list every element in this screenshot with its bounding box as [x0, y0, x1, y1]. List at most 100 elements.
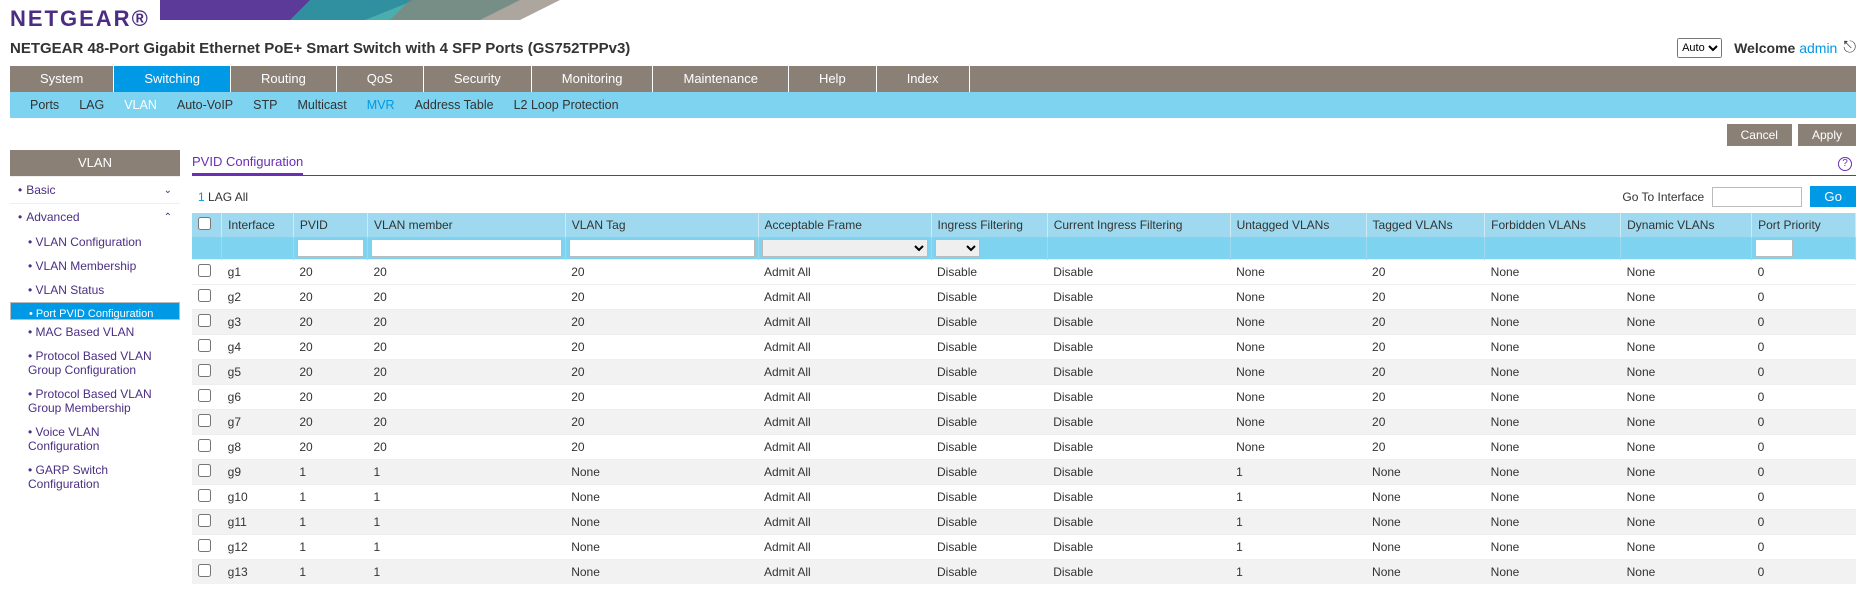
cell-interface: g4: [222, 335, 294, 360]
subnav-ports[interactable]: Ports: [20, 92, 69, 118]
goto-input[interactable]: [1712, 187, 1802, 207]
col-dynamic-vlans: Dynamic VLANs: [1621, 213, 1752, 237]
row-checkbox[interactable]: [198, 364, 211, 377]
subnav-auto-voip[interactable]: Auto-VoIP: [167, 92, 243, 118]
row-checkbox[interactable]: [198, 339, 211, 352]
cell-ingress: Disable: [931, 485, 1047, 510]
filter-tag-input[interactable]: [569, 239, 755, 257]
cell-tagged: 20: [1366, 335, 1485, 360]
sidebar-item-protocol-based-vlan-group-configuration[interactable]: Protocol Based VLAN Group Configuration: [10, 344, 180, 382]
cell-interface: g13: [222, 560, 294, 585]
cell-priority: 0: [1752, 485, 1856, 510]
cell-member: 1: [367, 510, 565, 535]
row-checkbox[interactable]: [198, 489, 211, 502]
nav-security[interactable]: Security: [424, 66, 532, 92]
row-checkbox[interactable]: [198, 264, 211, 277]
row-checkbox[interactable]: [198, 464, 211, 477]
cell-tag: 20: [565, 410, 758, 435]
subnav-mvr[interactable]: MVR: [357, 92, 405, 118]
cell-curring: Disable: [1047, 360, 1230, 385]
sidebar-item-garp-switch-configuration[interactable]: GARP Switch Configuration: [10, 458, 180, 496]
row-checkbox[interactable]: [198, 289, 211, 302]
row-checkbox[interactable]: [198, 414, 211, 427]
cell-pvid: 1: [293, 510, 367, 535]
filter-pvid-input[interactable]: [297, 239, 364, 257]
sidebar-section-basic[interactable]: Basic ⌄: [10, 176, 180, 203]
row-checkbox[interactable]: [198, 564, 211, 577]
sidebar-item-protocol-based-vlan-group-membership[interactable]: Protocol Based VLAN Group Membership: [10, 382, 180, 420]
cell-ingress: Disable: [931, 360, 1047, 385]
table-row: g5202020Admit AllDisableDisableNone20Non…: [192, 360, 1856, 385]
cell-ingress: Disable: [931, 260, 1047, 285]
subnav-stp[interactable]: STP: [243, 92, 287, 118]
cell-curring: Disable: [1047, 485, 1230, 510]
filter-ingress-select[interactable]: [935, 239, 980, 257]
nav-maintenance[interactable]: Maintenance: [653, 66, 788, 92]
row-checkbox[interactable]: [198, 314, 211, 327]
cell-priority: 0: [1752, 310, 1856, 335]
sidebar-item-vlan-status[interactable]: VLAN Status: [10, 278, 180, 302]
cell-forbidden: None: [1485, 485, 1621, 510]
nav-index[interactable]: Index: [877, 66, 970, 92]
user-link[interactable]: admin: [1799, 40, 1837, 56]
product-title: NETGEAR 48-Port Gigabit Ethernet PoE+ Sm…: [10, 40, 1677, 57]
cell-untagged: None: [1230, 310, 1366, 335]
cancel-button[interactable]: Cancel: [1727, 124, 1792, 146]
language-select[interactable]: Auto: [1677, 38, 1722, 58]
cell-ingress: Disable: [931, 535, 1047, 560]
row-checkbox[interactable]: [198, 539, 211, 552]
sidebar-item-voice-vlan-configuration[interactable]: Voice VLAN Configuration: [10, 420, 180, 458]
cell-member: 20: [367, 360, 565, 385]
cell-curring: Disable: [1047, 560, 1230, 585]
cell-ingress: Disable: [931, 310, 1047, 335]
filter-accept-select[interactable]: [762, 239, 928, 257]
filter-priority-input[interactable]: [1755, 239, 1793, 257]
go-button[interactable]: Go: [1810, 186, 1856, 207]
select-all-checkbox[interactable]: [198, 217, 211, 230]
cell-priority: 0: [1752, 435, 1856, 460]
sidebar-item-mac-based-vlan[interactable]: MAC Based VLAN: [10, 320, 180, 344]
cell-untagged: 1: [1230, 460, 1366, 485]
nav-system[interactable]: System: [10, 66, 114, 92]
chevron-up-icon: ⌃: [164, 212, 172, 223]
nav-qos[interactable]: QoS: [337, 66, 424, 92]
apply-button[interactable]: Apply: [1798, 124, 1856, 146]
cell-dynamic: None: [1621, 410, 1752, 435]
subnav-multicast[interactable]: Multicast: [287, 92, 356, 118]
goto-label: Go To Interface: [1622, 190, 1704, 204]
cell-tag: None: [565, 535, 758, 560]
cell-dynamic: None: [1621, 435, 1752, 460]
subnav-l2-loop-protection[interactable]: L2 Loop Protection: [504, 92, 629, 118]
sidebar-item-vlan-membership[interactable]: VLAN Membership: [10, 254, 180, 278]
logout-icon[interactable]: ⎋: [1843, 39, 1856, 57]
col-interface: Interface: [222, 213, 294, 237]
nav-switching[interactable]: Switching: [114, 66, 231, 92]
table-row: g1111NoneAdmit AllDisableDisable1NoneNon…: [192, 510, 1856, 535]
cell-interface: g8: [222, 435, 294, 460]
row-checkbox[interactable]: [198, 389, 211, 402]
nav-help[interactable]: Help: [789, 66, 877, 92]
cell-tagged: 20: [1366, 285, 1485, 310]
cell-forbidden: None: [1485, 260, 1621, 285]
subnav-address-table[interactable]: Address Table: [405, 92, 504, 118]
cell-tag: 20: [565, 360, 758, 385]
pvid-table: Interface PVID VLAN member VLAN Tag Acce…: [192, 213, 1856, 584]
help-icon[interactable]: ?: [1838, 157, 1852, 171]
filter-member-input[interactable]: [371, 239, 562, 257]
nav-routing[interactable]: Routing: [231, 66, 337, 92]
row-checkbox[interactable]: [198, 514, 211, 527]
sidebar-item-port-pvid-configuration[interactable]: Port PVID Configuration: [10, 302, 180, 320]
row-checkbox[interactable]: [198, 439, 211, 452]
sidebar-section-advanced[interactable]: Advanced ⌃: [10, 203, 180, 230]
nav-monitoring[interactable]: Monitoring: [532, 66, 654, 92]
subnav-vlan[interactable]: VLAN: [114, 92, 167, 118]
interface-filter[interactable]: 1 LAG All: [198, 190, 1622, 204]
cell-member: 20: [367, 335, 565, 360]
sidebar-item-vlan-configuration[interactable]: VLAN Configuration: [10, 230, 180, 254]
cell-tag: 20: [565, 285, 758, 310]
cell-accept: Admit All: [758, 460, 931, 485]
cell-tag: None: [565, 485, 758, 510]
col-tagged-vlans: Tagged VLANs: [1366, 213, 1485, 237]
subnav-lag[interactable]: LAG: [69, 92, 114, 118]
cell-accept: Admit All: [758, 335, 931, 360]
